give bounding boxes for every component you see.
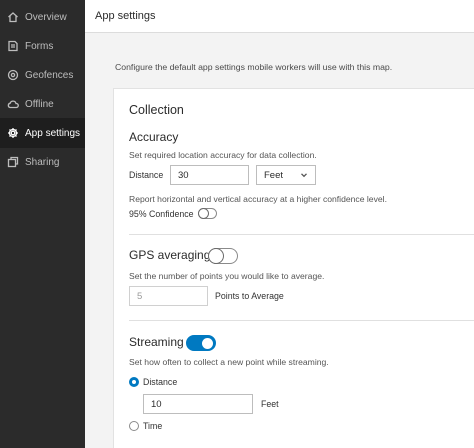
report-accuracy-text: Report horizontal and vertical accuracy … — [129, 194, 387, 204]
streaming-distance-input[interactable]: 10 — [143, 394, 253, 414]
points-to-average-label: Points to Average — [215, 291, 284, 301]
streaming-distance-unit: Feet — [261, 399, 279, 409]
home-icon — [7, 11, 19, 23]
sharing-icon — [7, 156, 19, 168]
confidence-label: 95% Confidence — [129, 209, 194, 219]
streaming-time-label: Time — [143, 421, 163, 431]
sidebar-item-label: Forms — [25, 40, 54, 52]
collection-title: Collection — [129, 103, 184, 117]
gear-icon — [7, 127, 19, 139]
gps-averaging-toggle[interactable] — [208, 248, 238, 264]
confidence-toggle[interactable] — [198, 208, 217, 219]
sidebar-item-forms[interactable]: Forms — [0, 31, 85, 61]
streaming-distance-radio[interactable] — [129, 377, 139, 387]
gps-averaging-title: GPS averaging — [129, 248, 211, 262]
sidebar-item-label: Offline — [25, 98, 54, 110]
accuracy-description: Set required location accuracy for data … — [129, 150, 317, 160]
sidebar-item-label: App settings — [25, 127, 81, 139]
streaming-time-radio[interactable] — [129, 421, 139, 431]
sidebar-item-label: Sharing — [25, 156, 60, 168]
points-to-average-input[interactable]: 5 — [129, 286, 208, 306]
page-title: App settings — [95, 10, 156, 22]
distance-label: Distance — [129, 170, 164, 180]
sidebar-item-sharing[interactable]: Sharing — [0, 147, 85, 177]
sidebar: Overview Forms Geofences Offline App set… — [0, 0, 85, 448]
divider — [129, 234, 474, 235]
toggle-knob — [198, 208, 209, 219]
sidebar-item-overview[interactable]: Overview — [0, 2, 85, 32]
accuracy-unit-select[interactable]: Feet — [256, 165, 316, 185]
accuracy-title: Accuracy — [129, 130, 179, 144]
sidebar-item-label: Geofences — [25, 69, 74, 81]
toggle-knob — [202, 337, 213, 349]
streaming-description: Set how often to collect a new point whi… — [129, 357, 329, 367]
toggle-knob — [208, 248, 224, 264]
streaming-distance-label: Distance — [143, 377, 178, 387]
sidebar-item-label: Overview — [25, 11, 67, 23]
chevron-down-icon — [300, 171, 308, 179]
sidebar-item-geofences[interactable]: Geofences — [0, 60, 85, 90]
page-header: App settings — [85, 0, 474, 33]
intro-text: Configure the default app settings mobil… — [115, 62, 393, 72]
cloud-icon — [7, 98, 19, 110]
forms-icon — [7, 40, 19, 52]
sidebar-item-app-settings[interactable]: App settings — [0, 118, 85, 148]
divider — [129, 320, 474, 321]
streaming-toggle[interactable] — [186, 335, 216, 351]
gps-averaging-description: Set the number of points you would like … — [129, 271, 325, 281]
sidebar-item-offline[interactable]: Offline — [0, 89, 85, 119]
streaming-title: Streaming — [129, 335, 184, 349]
accuracy-distance-input[interactable]: 30 — [170, 165, 249, 185]
accuracy-unit-value: Feet — [264, 169, 284, 181]
geofence-icon — [7, 69, 19, 81]
